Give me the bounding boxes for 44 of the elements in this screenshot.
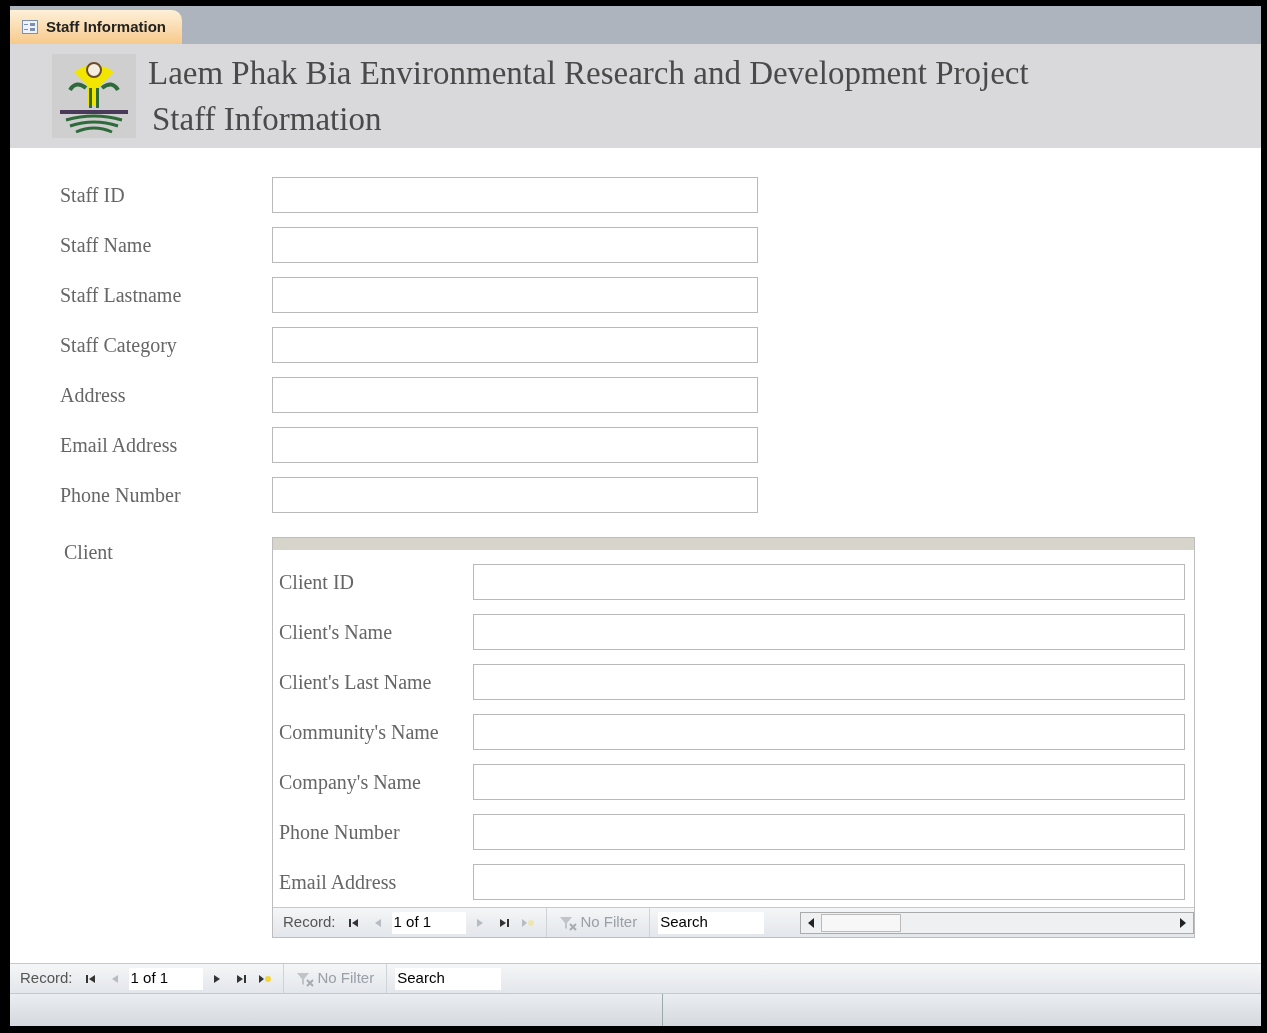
input-field[interactable] bbox=[272, 477, 758, 513]
form-title: Laem Phak Bia Environmental Research and Development Project bbox=[148, 54, 1029, 93]
filter-icon bbox=[558, 914, 577, 931]
field-label: Phone Number bbox=[279, 820, 401, 845]
input-field[interactable] bbox=[473, 864, 1185, 900]
input-field[interactable] bbox=[272, 177, 758, 213]
record-label: Record: bbox=[282, 912, 337, 933]
record-label: Record: bbox=[19, 968, 74, 989]
input-field[interactable] bbox=[272, 427, 758, 463]
field-label: Staff ID bbox=[60, 183, 126, 208]
search-field[interactable]: Search bbox=[395, 967, 502, 990]
field-label: Client ID bbox=[279, 570, 355, 595]
field-label: Email Address bbox=[60, 433, 179, 458]
field-label: Staff Category bbox=[60, 333, 178, 359]
search-field[interactable]: Search bbox=[658, 911, 765, 934]
field-label: Company's Name bbox=[279, 770, 422, 796]
field-label: Phone Number bbox=[60, 483, 182, 508]
input-field[interactable] bbox=[272, 377, 758, 413]
field-label: Email Address bbox=[279, 870, 398, 895]
input-field[interactable] bbox=[473, 614, 1185, 650]
record-position-field[interactable]: 1 of 1 bbox=[391, 911, 466, 934]
record-position-field[interactable]: 1 of 1 bbox=[128, 967, 203, 990]
field-label: Client bbox=[64, 540, 114, 565]
input-field[interactable] bbox=[473, 714, 1185, 750]
horizontal-scrollbar[interactable] bbox=[800, 911, 1194, 934]
field-label: Client's Name bbox=[279, 620, 394, 645]
input-field[interactable] bbox=[473, 764, 1185, 800]
field-label: Address bbox=[60, 383, 127, 408]
input-field[interactable] bbox=[473, 814, 1185, 850]
form-tab[interactable]: Staff Information bbox=[10, 10, 182, 44]
field-label: Community's Name bbox=[279, 720, 440, 746]
filter-icon bbox=[295, 970, 314, 987]
input-field[interactable] bbox=[272, 277, 758, 313]
logo-icon bbox=[52, 54, 136, 138]
field-label: Staff Name bbox=[60, 233, 153, 258]
input-field[interactable] bbox=[473, 564, 1185, 600]
field-label: Client's Last Name bbox=[279, 670, 433, 695]
input-field[interactable] bbox=[272, 327, 758, 363]
form-subtitle: Staff Information bbox=[151, 100, 383, 139]
input-field[interactable] bbox=[473, 664, 1185, 700]
form-icon bbox=[22, 20, 38, 34]
field-label: Staff Lastname bbox=[60, 283, 183, 308]
input-field[interactable] bbox=[272, 227, 758, 263]
scroll-thumb[interactable] bbox=[821, 913, 902, 932]
